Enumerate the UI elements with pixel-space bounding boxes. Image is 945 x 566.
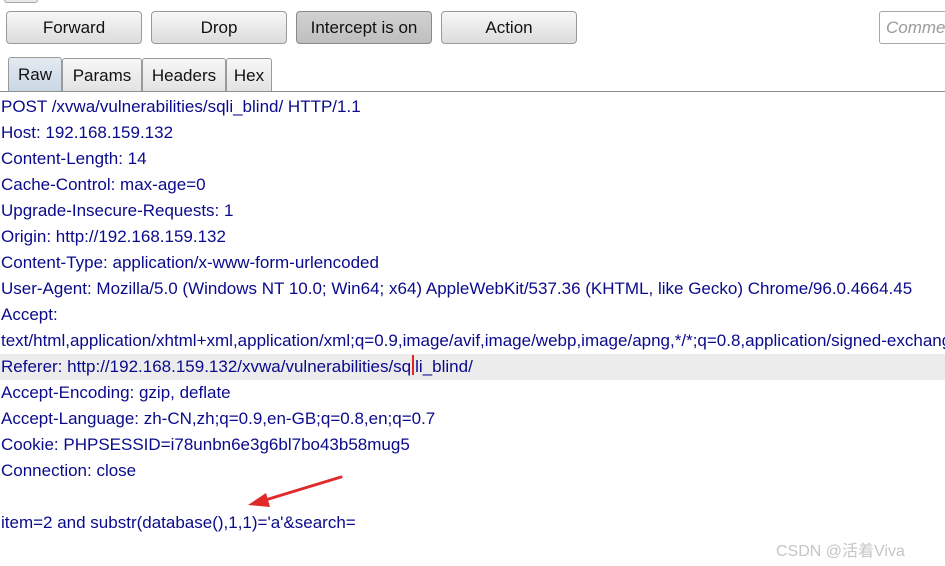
text-caret [412,355,415,375]
watermark: CSDN @活着Viva [776,543,905,560]
referer-text-before-caret: Referer: http://192.168.159.132/xvwa/vul… [1,357,412,376]
tab-raw[interactable]: Raw [8,57,62,92]
raw-request-editor[interactable]: POST /xvwa/vulnerabilities/sqli_blind/ H… [0,93,945,566]
request-line: POST /xvwa/vulnerabilities/sqli_blind/ H… [1,97,361,116]
header-referer: Referer: http://192.168.159.132/xvwa/vul… [0,354,945,380]
action-button[interactable]: Action [441,11,577,44]
header-accept-value: text/html,application/xhtml+xml,applicat… [1,331,945,350]
header-content-length: Content-Length: 14 [1,149,147,168]
header-accept: Accept: [1,305,58,324]
header-upgrade-insecure-requests: Upgrade-Insecure-Requests: 1 [1,201,234,220]
header-content-type: Content-Type: application/x-www-form-url… [1,253,379,272]
message-view-tabs: Raw Params Headers Hex [8,57,272,92]
tab-divider [0,91,945,92]
header-cookie: Cookie: PHPSESSID=i78unbn6e3g6bl7bo43b58… [1,435,410,454]
header-cache-control: Cache-Control: max-age=0 [1,175,206,194]
request-body: item=2 and substr(database(),1,1)='a'&se… [1,513,356,532]
tab-params[interactable]: Params [62,58,142,92]
burp-proxy-intercept-panel: Forward Drop Intercept is on Action Comm… [0,0,945,566]
cut-off-control[interactable] [4,0,38,3]
referer-text-after-caret: li_blind/ [415,357,473,376]
header-host: Host: 192.168.159.132 [1,123,174,142]
header-connection: Connection: close [1,461,137,480]
intercept-toggle-button[interactable]: Intercept is on [296,11,432,44]
header-user-agent: User-Agent: Mozilla/5.0 (Windows NT 10.0… [1,279,913,298]
forward-button[interactable]: Forward [6,11,142,44]
comment-input[interactable]: Comme [879,11,945,44]
tab-hex[interactable]: Hex [226,58,272,92]
drop-button[interactable]: Drop [151,11,287,44]
header-accept-encoding: Accept-Encoding: gzip, deflate [1,383,231,402]
header-origin: Origin: http://192.168.159.132 [1,227,226,246]
tab-headers[interactable]: Headers [142,58,226,92]
header-accept-language: Accept-Language: zh-CN,zh;q=0.9,en-GB;q=… [1,409,436,428]
